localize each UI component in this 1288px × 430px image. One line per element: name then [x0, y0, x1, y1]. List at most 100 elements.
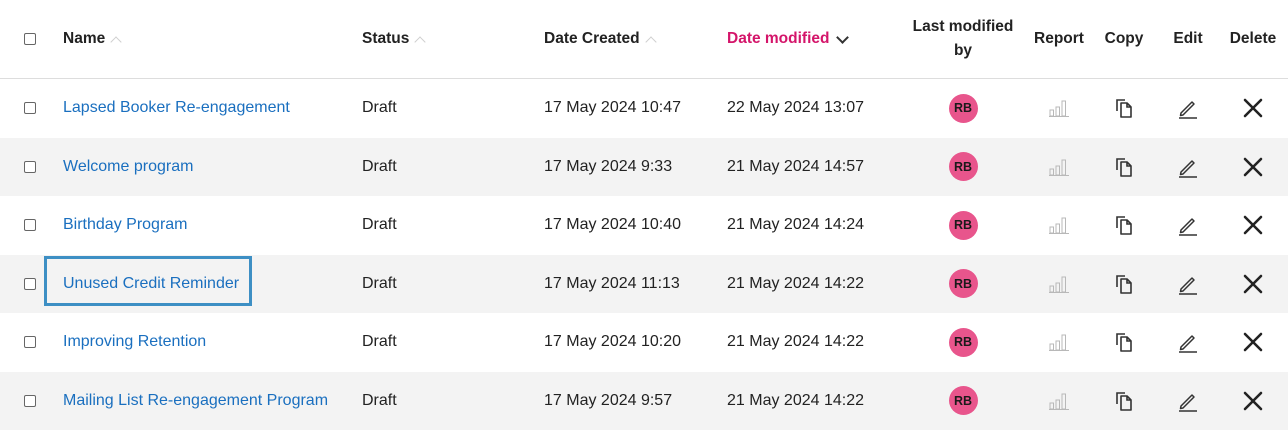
program-name-link[interactable]: Improving Retention	[63, 333, 206, 351]
program-name-link[interactable]: Mailing List Re-engagement Program	[63, 392, 328, 410]
column-header-date-created-label: Date Created	[544, 30, 640, 48]
close-icon[interactable]	[1224, 214, 1282, 236]
close-icon[interactable]	[1224, 390, 1282, 412]
column-header-status-label: Status	[362, 30, 409, 48]
select-all-cell	[24, 0, 36, 78]
status-cell: Draft	[362, 196, 397, 255]
copy-icon[interactable]	[1098, 390, 1150, 412]
pencil-icon[interactable]	[1163, 97, 1213, 119]
modified-by-cell: RB	[904, 372, 1022, 430]
column-header-delete: Delete	[1224, 0, 1282, 78]
sort-up-icon	[647, 33, 655, 46]
avatar: RB	[949, 269, 978, 298]
column-header-report-label: Report	[1034, 30, 1084, 48]
table-header: Name Status Date Created Date modified L…	[0, 0, 1288, 79]
program-name-link[interactable]: Unused Credit Reminder	[63, 275, 239, 293]
pencil-icon[interactable]	[1163, 214, 1213, 236]
date-created-cell: 17 May 2024 10:20	[544, 313, 681, 372]
row-select-cell	[24, 196, 36, 255]
date-modified-cell: 22 May 2024 13:07	[727, 79, 864, 138]
close-icon[interactable]	[1224, 273, 1282, 295]
name-cell: Birthday Program	[63, 196, 188, 255]
status-text: Draft	[362, 333, 397, 351]
row-checkbox[interactable]	[24, 161, 36, 173]
column-header-last-modified-by: Last modified by	[904, 0, 1022, 78]
date-created-cell: 17 May 2024 10:40	[544, 196, 681, 255]
programs-table: Name Status Date Created Date modified L…	[0, 0, 1288, 429]
date-modified-text: 22 May 2024 13:07	[727, 99, 864, 117]
avatar: RB	[949, 152, 978, 181]
pencil-icon[interactable]	[1163, 331, 1213, 353]
row-checkbox[interactable]	[24, 219, 36, 231]
date-created-text: 17 May 2024 9:33	[544, 158, 672, 176]
date-modified-cell: 21 May 2024 14:57	[727, 138, 864, 197]
edit-cell	[1163, 138, 1213, 197]
bar-chart-icon[interactable]	[1028, 273, 1090, 295]
copy-icon[interactable]	[1098, 331, 1150, 353]
select-all-checkbox[interactable]	[24, 33, 36, 45]
report-cell	[1028, 79, 1090, 138]
bar-chart-icon[interactable]	[1028, 156, 1090, 178]
column-header-report: Report	[1028, 0, 1090, 78]
program-name-link[interactable]: Lapsed Booker Re-engagement	[63, 99, 290, 117]
table-row: Unused Credit Reminder Draft 17 May 2024…	[0, 255, 1288, 314]
column-header-date-modified[interactable]: Date modified	[727, 0, 847, 78]
column-header-status[interactable]: Status	[362, 0, 424, 78]
date-created-text: 17 May 2024 10:47	[544, 99, 681, 117]
delete-cell	[1224, 196, 1282, 255]
date-modified-cell: 21 May 2024 14:24	[727, 196, 864, 255]
pencil-icon[interactable]	[1163, 156, 1213, 178]
row-checkbox[interactable]	[24, 278, 36, 290]
status-text: Draft	[362, 392, 397, 410]
close-icon[interactable]	[1224, 97, 1282, 119]
status-cell: Draft	[362, 372, 397, 430]
status-text: Draft	[362, 158, 397, 176]
bar-chart-icon[interactable]	[1028, 390, 1090, 412]
row-checkbox[interactable]	[24, 395, 36, 407]
avatar-initials: RB	[954, 394, 972, 408]
delete-cell	[1224, 372, 1282, 430]
date-created-cell: 17 May 2024 10:47	[544, 79, 681, 138]
bar-chart-icon[interactable]	[1028, 97, 1090, 119]
copy-icon[interactable]	[1098, 97, 1150, 119]
row-select-cell	[24, 79, 36, 138]
program-name-link[interactable]: Welcome program	[63, 158, 193, 176]
date-modified-cell: 21 May 2024 14:22	[727, 255, 864, 314]
pencil-icon[interactable]	[1163, 390, 1213, 412]
bar-chart-icon[interactable]	[1028, 214, 1090, 236]
copy-icon[interactable]	[1098, 214, 1150, 236]
date-created-text: 17 May 2024 10:40	[544, 216, 681, 234]
program-name-link[interactable]: Birthday Program	[63, 216, 188, 234]
report-cell	[1028, 196, 1090, 255]
pencil-icon[interactable]	[1163, 273, 1213, 295]
copy-icon[interactable]	[1098, 273, 1150, 295]
name-cell: Welcome program	[63, 138, 193, 197]
column-header-last-modified-line2: by	[954, 39, 972, 63]
copy-cell	[1098, 372, 1150, 430]
status-cell: Draft	[362, 255, 397, 314]
report-cell	[1028, 255, 1090, 314]
status-text: Draft	[362, 216, 397, 234]
close-icon[interactable]	[1224, 331, 1282, 353]
close-icon[interactable]	[1224, 156, 1282, 178]
bar-chart-icon[interactable]	[1028, 331, 1090, 353]
date-created-cell: 17 May 2024 9:57	[544, 372, 672, 430]
modified-by-cell: RB	[904, 79, 1022, 138]
delete-cell	[1224, 255, 1282, 314]
copy-icon[interactable]	[1098, 156, 1150, 178]
column-header-edit-label: Edit	[1173, 30, 1202, 48]
copy-cell	[1098, 79, 1150, 138]
column-header-name[interactable]: Name	[63, 0, 120, 78]
edit-cell	[1163, 196, 1213, 255]
row-select-cell	[24, 138, 36, 197]
table-row: Birthday Program Draft 17 May 2024 10:40…	[0, 196, 1288, 255]
status-cell: Draft	[362, 138, 397, 197]
row-checkbox[interactable]	[24, 336, 36, 348]
column-header-copy-label: Copy	[1105, 30, 1144, 48]
row-checkbox[interactable]	[24, 102, 36, 114]
avatar-initials: RB	[954, 277, 972, 291]
modified-by-cell: RB	[904, 313, 1022, 372]
column-header-date-created[interactable]: Date Created	[544, 0, 655, 78]
table-row: Welcome program Draft 17 May 2024 9:33 2…	[0, 138, 1288, 197]
row-select-cell	[24, 255, 36, 314]
